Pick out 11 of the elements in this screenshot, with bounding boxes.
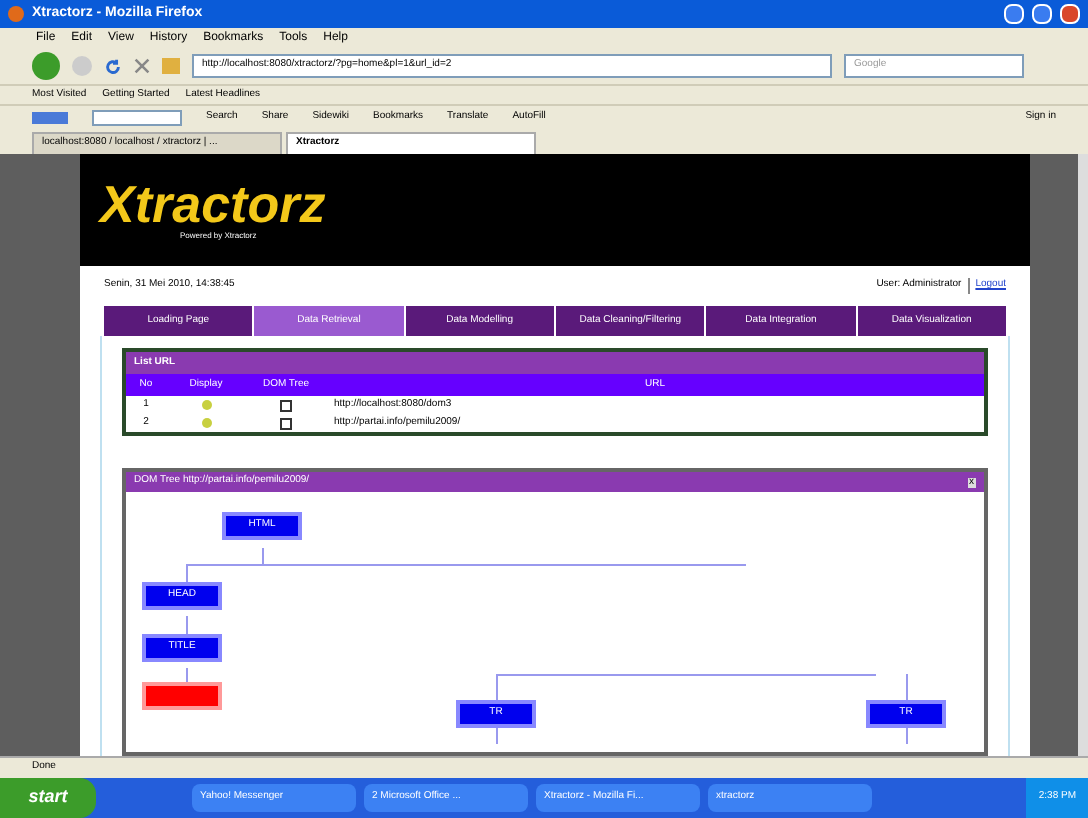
site-logo: Xtractorz [100,178,328,230]
toolbar-search-field[interactable] [92,110,182,126]
back-button[interactable] [32,52,60,80]
close-button[interactable] [1060,4,1080,24]
tree-node[interactable] [142,682,222,710]
start-button[interactable]: start [0,778,96,818]
minimize-button[interactable] [1004,4,1024,24]
firefox-icon [8,6,24,22]
reload-icon[interactable] [104,57,122,75]
close-icon[interactable] [134,58,150,74]
maximize-button[interactable] [1032,4,1052,24]
